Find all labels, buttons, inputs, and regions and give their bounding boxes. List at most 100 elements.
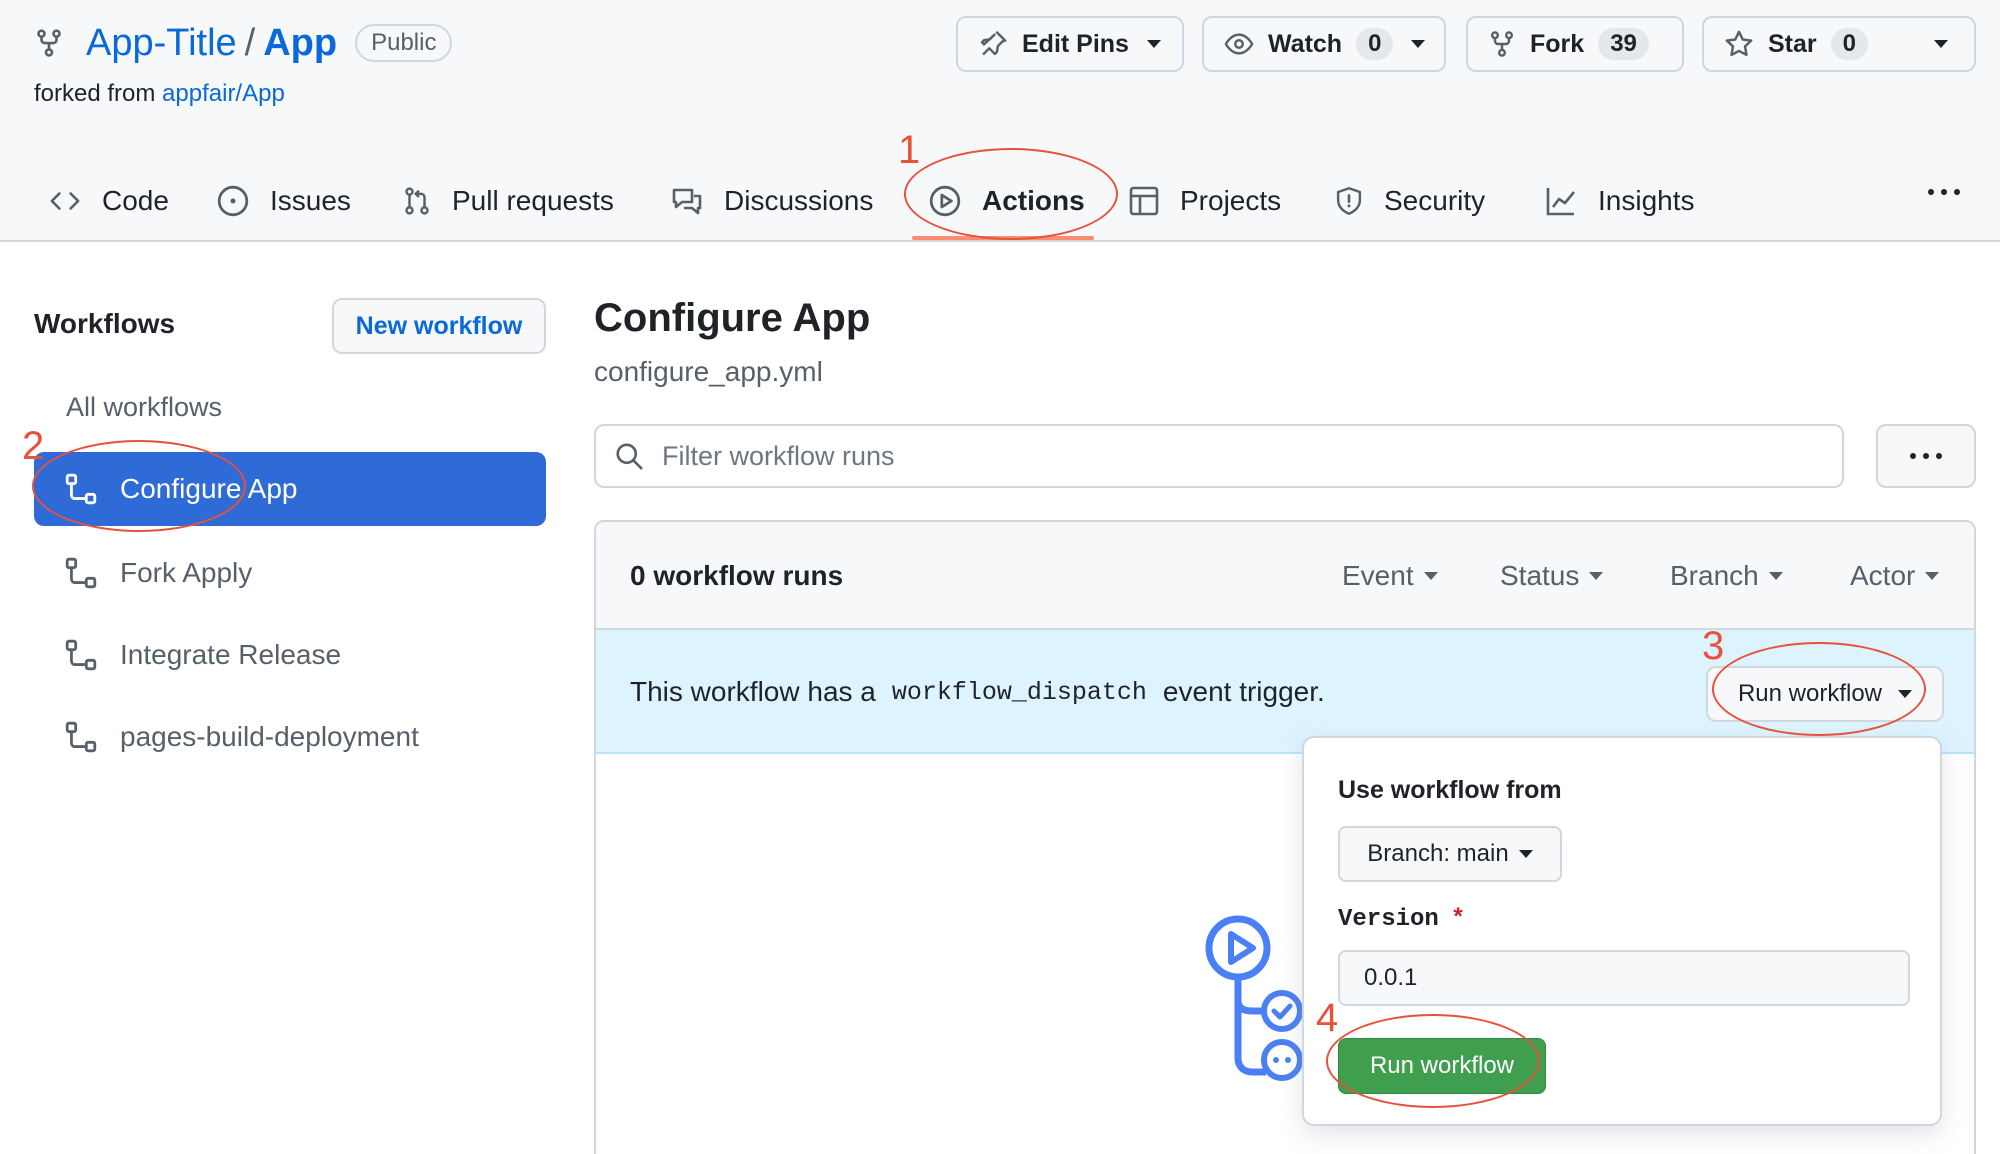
annotation-number-2: 2 [22,424,45,468]
forked-source-link[interactable]: appfair/App [162,80,285,107]
tab-issues[interactable]: Issues [216,160,351,242]
tab-projects[interactable]: Projects [1128,160,1281,242]
code-icon [50,192,80,210]
shield-icon [1336,187,1362,215]
pin-icon [980,30,1007,56]
annotation-ellipse-actions [904,148,1118,240]
workflow-file-link[interactable]: configure_app.yml [594,356,823,388]
branch-filter[interactable]: Branch [1670,560,1783,592]
tab-security-label: Security [1384,185,1486,216]
tab-insights[interactable]: Insights [1544,160,1695,242]
issue-icon [217,185,249,217]
tab-discussions-label: Discussions [724,185,874,216]
status-filter[interactable]: Status [1500,560,1604,592]
repo-name-link[interactable]: App [263,22,337,65]
repo-slash: / [244,21,256,64]
dispatch-code: workflow_dispatch [891,677,1147,707]
visibility-badge: Public [355,24,453,62]
version-label-text: Version [1338,906,1439,933]
all-workflows-link[interactable]: All workflows [66,392,222,423]
dispatch-suffix: event trigger. [1162,676,1325,707]
tab-code-label: Code [102,185,169,216]
annotation-number-4: 4 [1316,996,1339,1040]
caret-down-icon [1925,572,1940,580]
event-filter-label: Event [1342,560,1414,591]
workflow-item-label: Fork Apply [120,557,253,588]
fork-count: 39 [1598,28,1649,60]
star-list-dropdown[interactable] [1908,16,1976,72]
branch-select-label: Branch: main [1367,840,1509,867]
version-input[interactable] [1338,950,1910,1006]
star-label: Star [1768,29,1817,58]
forked-from-label: forked from [34,80,156,107]
tab-issues-label: Issues [270,185,351,216]
workflow-item-label: pages-build-deployment [120,721,419,752]
branch-filter-label: Branch [1670,560,1759,591]
watch-button[interactable]: Watch 0 [1202,16,1446,72]
kebab-horizontal-icon [1928,189,1960,195]
page-title: Configure App [594,296,871,340]
dispatch-prefix: This workflow has a [630,676,876,707]
tab-discussions[interactable]: Discussions [670,160,873,242]
caret-down-icon [1146,40,1161,48]
caret-down-icon [1518,850,1533,858]
repo-title: App-Title / App Public [34,18,453,68]
workflow-icon [65,639,97,671]
table-icon [1129,186,1159,216]
pull-request-icon [405,187,429,215]
graph-icon [1546,188,1576,216]
caret-down-icon [1934,40,1948,48]
tab-pull-requests[interactable]: Pull requests [402,160,614,242]
workflow-icon [65,721,97,753]
discussions-icon [672,188,702,215]
tab-insights-label: Insights [1598,185,1695,216]
required-asterisk: * [1450,906,1466,933]
status-filter-label: Status [1500,560,1580,591]
filter-workflow-runs-input[interactable]: Filter workflow runs [594,424,1844,488]
repo-forked-icon [37,29,61,57]
filter-placeholder: Filter workflow runs [662,440,895,471]
workflow-item-label: Integrate Release [120,639,342,670]
star-count: 0 [1830,28,1868,60]
caret-down-icon [1423,572,1438,580]
annotation-number-1: 1 [898,128,921,172]
tab-code[interactable]: Code [48,160,169,242]
annotation-ellipse-run-workflow [1712,642,1926,736]
workflow-icon [65,557,97,589]
workflow-item-fork-apply[interactable]: Fork Apply [34,536,546,610]
tab-pull-requests-label: Pull requests [452,185,614,216]
version-label: Version * [1338,906,1465,933]
eye-icon [1224,33,1254,55]
caret-down-icon [1411,40,1426,48]
actor-filter[interactable]: Actor [1850,560,1940,592]
fork-button[interactable]: Fork 39 [1466,16,1684,72]
workflow-runs-count: 0 workflow runs [630,560,844,591]
event-filter[interactable]: Event [1342,560,1438,592]
workflow-runs-header: 0 workflow runs Event Status Branch Acto… [596,522,1974,630]
use-workflow-from-label: Use workflow from [1338,776,1562,804]
kebab-horizontal-icon [1910,453,1942,459]
tab-security[interactable]: Security [1334,160,1485,242]
annotation-ellipse-configure-app [32,440,246,532]
edit-pins-label: Edit Pins [1022,29,1129,58]
fork-label: Fork [1530,29,1585,58]
workflow-item-pages-build-deployment[interactable]: pages-build-deployment [34,700,546,774]
branch-select-button[interactable]: Branch: main [1338,826,1562,882]
caret-down-icon [1768,572,1783,580]
more-options-button[interactable] [1876,424,1976,488]
star-button[interactable]: Star 0 [1702,16,1910,72]
workflow-item-integrate-release[interactable]: Integrate Release [34,618,546,692]
edit-pins-button[interactable]: Edit Pins [956,16,1184,72]
star-icon [1725,30,1753,57]
watch-label: Watch [1268,29,1343,58]
annotation-number-3: 3 [1702,624,1725,668]
new-workflow-button[interactable]: New workflow [332,298,546,354]
watch-count: 0 [1356,28,1394,60]
annotation-ellipse-submit [1326,1014,1540,1108]
forked-from: forked from appfair/App [34,80,285,108]
repo-owner-link[interactable]: App-Title [86,22,237,65]
actor-filter-label: Actor [1850,560,1916,591]
caret-down-icon [1589,572,1604,580]
workflows-heading: Workflows [34,308,176,339]
tabs-overflow-button[interactable] [1924,172,1964,212]
